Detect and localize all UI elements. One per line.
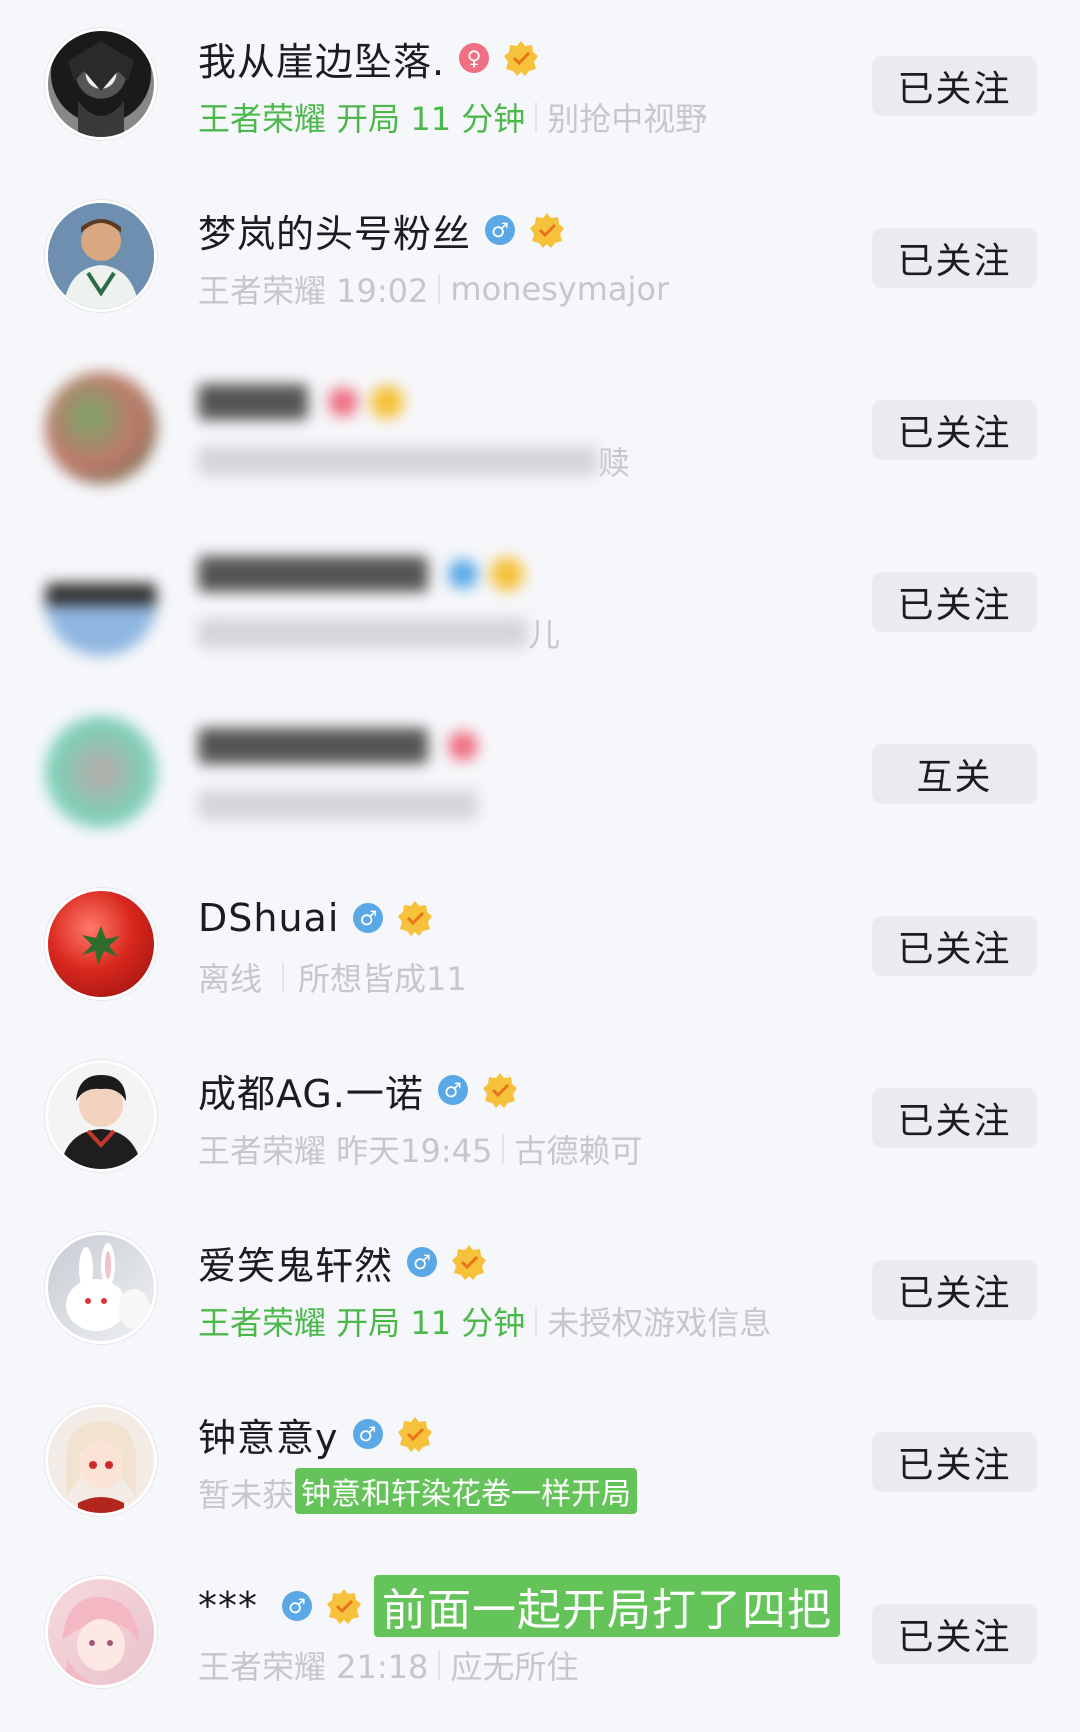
signature: 古德赖可	[514, 1132, 643, 1170]
list-item[interactable]: 儿 已关注	[0, 516, 1080, 688]
male-icon: ♂	[352, 1419, 383, 1449]
list-item[interactable]: 成都AG.一诺 ♂ 王者荣耀 昨天19:45 古德赖可 已关注	[0, 1032, 1080, 1204]
contact-name: ***	[198, 1584, 258, 1628]
game-status: 王者荣耀 开局 11 分钟	[198, 1304, 526, 1342]
list-item[interactable]: 钟意意y ♂ 暂未获 已关注	[0, 1376, 1080, 1548]
redacted-status	[198, 618, 528, 648]
female-icon	[328, 387, 358, 417]
contact-name: 梦岚的头号粉丝	[198, 211, 472, 256]
contact-name: 爱笑鬼轩然	[198, 1243, 394, 1288]
male-icon: ♂	[437, 1075, 468, 1105]
divider	[438, 1650, 441, 1680]
caption-overlay: 前面一起开局打了四把	[374, 1575, 840, 1637]
followed-button[interactable]: 已关注	[872, 572, 1037, 632]
signature: 别抢中视野	[547, 100, 708, 138]
followed-button[interactable]: 已关注	[872, 1604, 1037, 1664]
contact-name: DShuai	[198, 896, 340, 940]
avatar[interactable]	[45, 1404, 157, 1516]
list-item[interactable]: 爱笑鬼轩然 ♂ 王者荣耀 开局 11 分钟 未授权游戏信息 已关注	[0, 1204, 1080, 1376]
verified-badge-icon	[370, 385, 404, 419]
avatar[interactable]	[45, 888, 157, 1000]
avatar[interactable]	[45, 544, 157, 656]
redacted-name	[198, 384, 308, 420]
male-icon: ♂	[353, 903, 384, 933]
game-status: 暂未获	[198, 1476, 295, 1514]
mutual-follow-button[interactable]: 互关	[872, 744, 1037, 804]
signature: 儿	[528, 616, 561, 654]
list-item[interactable]: DShuai ♂ 离线 所想皆成11 已关注	[0, 860, 1080, 1032]
signature: 未授权游戏信息	[547, 1304, 772, 1342]
avatar[interactable]	[45, 28, 157, 140]
verified-badge-icon	[503, 40, 539, 76]
verified-badge-icon	[529, 212, 565, 248]
female-icon: ♀	[459, 43, 490, 73]
list-item[interactable]: 我从崖边坠落. ♀ 王者荣耀 开局 11 分钟 别抢中视野 已关注	[0, 0, 1080, 172]
male-icon: ♂	[485, 215, 516, 245]
divider	[535, 1306, 538, 1336]
game-status: 王者荣耀 昨天19:45	[198, 1132, 493, 1170]
verified-badge-icon	[451, 1244, 487, 1280]
redacted-status	[198, 446, 598, 476]
list-item[interactable]: 互关	[0, 688, 1080, 860]
followed-button[interactable]: 已关注	[872, 228, 1037, 288]
game-status: 王者荣耀 19:02	[198, 272, 429, 310]
followed-button[interactable]: 已关注	[872, 1088, 1037, 1148]
avatar[interactable]	[45, 372, 157, 484]
followed-button[interactable]: 已关注	[872, 400, 1037, 460]
redacted-name	[198, 556, 428, 592]
divider	[282, 962, 285, 992]
avatar[interactable]	[45, 716, 157, 828]
followed-button[interactable]: 已关注	[872, 56, 1037, 116]
divider	[502, 1134, 505, 1164]
avatar[interactable]	[45, 1232, 157, 1344]
redacted-name	[198, 728, 428, 764]
verified-badge-icon	[482, 1072, 518, 1108]
redacted-status	[198, 790, 478, 820]
verified-badge-icon	[397, 900, 433, 936]
male-icon	[448, 559, 478, 589]
avatar[interactable]	[45, 1060, 157, 1172]
followed-button[interactable]: 已关注	[872, 916, 1037, 976]
female-icon	[448, 731, 478, 761]
verified-badge-icon	[397, 1416, 433, 1452]
followed-button[interactable]: 已关注	[872, 1432, 1037, 1492]
avatar[interactable]	[45, 200, 157, 312]
male-icon: ♂	[407, 1247, 438, 1277]
verified-badge-icon	[490, 557, 524, 591]
list-item[interactable]: 赎 已关注	[0, 344, 1080, 516]
signature: 赎	[598, 444, 631, 482]
game-status: 王者荣耀 21:18	[198, 1648, 429, 1686]
divider	[438, 274, 441, 304]
game-status: 王者荣耀 开局 11 分钟	[198, 100, 526, 138]
contact-name: 成都AG.一诺	[198, 1071, 424, 1116]
signature: 应无所住	[450, 1648, 579, 1686]
avatar[interactable]	[45, 1576, 157, 1688]
contact-name: 我从崖边坠落.	[198, 39, 446, 84]
list-item[interactable]: 梦岚的头号粉丝 ♂ 王者荣耀 19:02 monesymajor 已关注	[0, 172, 1080, 344]
game-status: 离线	[198, 960, 263, 998]
contact-name: 钟意意y	[198, 1415, 339, 1460]
verified-badge-icon	[326, 1588, 362, 1624]
signature: monesymajor	[450, 270, 670, 308]
divider	[535, 102, 538, 132]
signature: 所想皆成11	[298, 960, 467, 998]
friend-list: 我从崖边坠落. ♀ 王者荣耀 开局 11 分钟 别抢中视野 已关注 梦岚的头号粉…	[0, 0, 1080, 1732]
caption-overlay: 钟意和轩染花卷一样开局	[295, 1468, 637, 1514]
followed-button[interactable]: 已关注	[872, 1260, 1037, 1320]
male-icon: ♂	[282, 1591, 312, 1621]
